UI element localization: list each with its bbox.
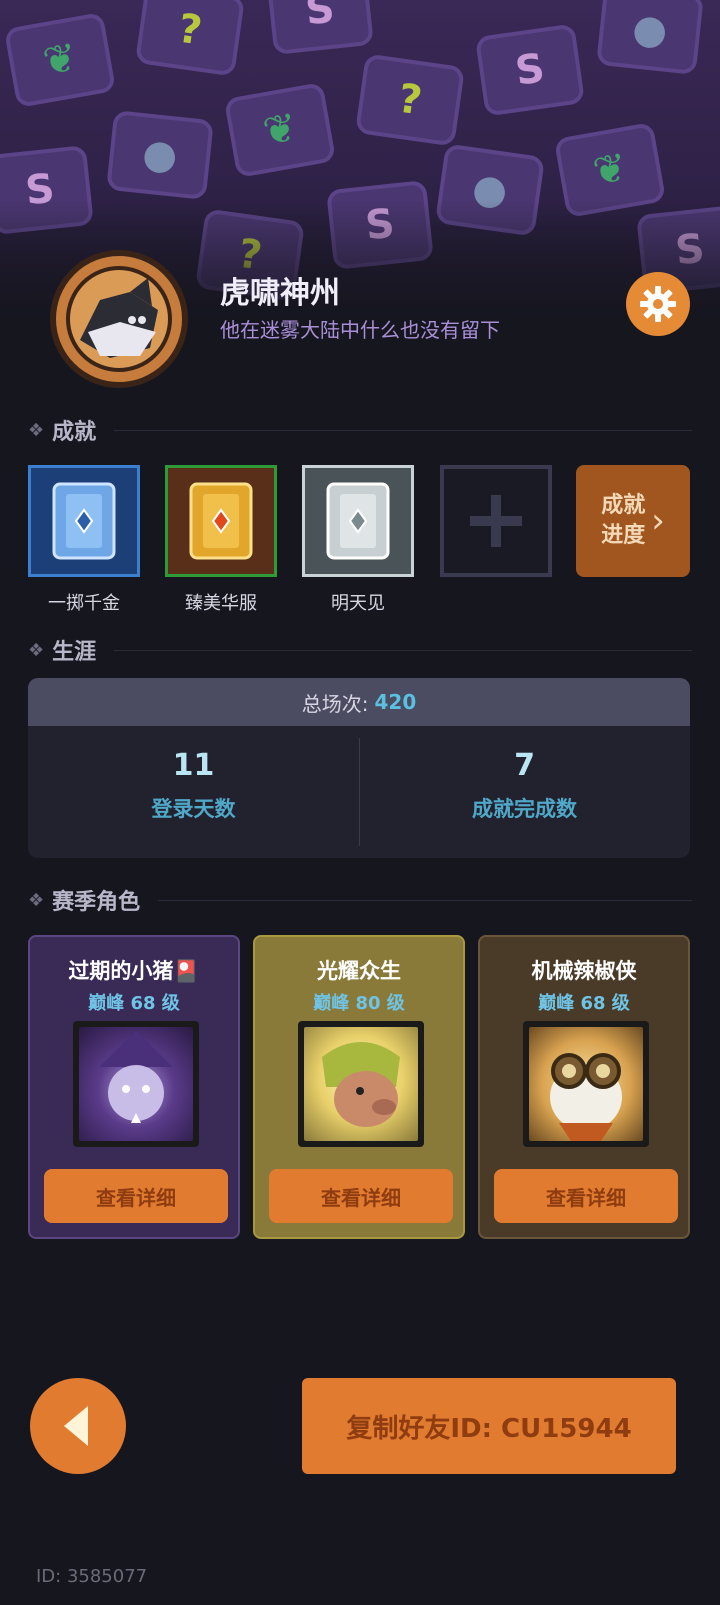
season-card-title: 光耀众生 bbox=[317, 959, 401, 983]
chevron-right-icon: › bbox=[651, 501, 665, 541]
achievement-badge-2[interactable] bbox=[165, 465, 277, 577]
pattern-tile: ? bbox=[134, 0, 246, 77]
total-matches: 总场次: 420 bbox=[28, 678, 690, 726]
divider-line bbox=[114, 649, 692, 651]
achievement-progress-label: 成就 进度 bbox=[601, 491, 645, 551]
section-career-title: 生涯 bbox=[52, 640, 97, 665]
pattern-tile: ● bbox=[596, 0, 704, 76]
achievements-done-value: 7 bbox=[514, 748, 535, 783]
raccoon-icon bbox=[80, 278, 158, 358]
pattern-tile: S bbox=[266, 0, 374, 56]
achievement-progress-line2: 进度 bbox=[601, 523, 646, 548]
achievements-done-label: 成就完成数 bbox=[472, 797, 577, 821]
section-achievements-title: 成就 bbox=[52, 420, 97, 445]
back-arrow-icon bbox=[64, 1406, 88, 1446]
achievement-label-2: 臻美华服 bbox=[185, 593, 257, 614]
wizard-portrait-icon bbox=[79, 1027, 193, 1141]
section-career: ❖ 生涯 bbox=[28, 634, 692, 666]
achievement-badge-1[interactable] bbox=[28, 465, 140, 577]
blue-card-icon bbox=[52, 482, 116, 560]
pattern-tile: S bbox=[474, 23, 586, 117]
section-season-roles: ❖ 赛季角色 bbox=[28, 884, 692, 916]
diamond-icon: ❖ bbox=[28, 419, 45, 441]
stat-achievements-done: 7 成就完成数 bbox=[359, 726, 690, 858]
pattern-tile: ● bbox=[106, 109, 214, 201]
character-portrait bbox=[73, 1021, 199, 1147]
achievement-label-3: 明天见 bbox=[331, 593, 385, 614]
pattern-tile: ❦ bbox=[3, 11, 117, 109]
character-portrait bbox=[298, 1021, 424, 1147]
season-card-2: 光耀众生 巅峰 80 级 查看详细 bbox=[253, 935, 465, 1239]
silver-card-icon bbox=[326, 482, 390, 560]
gear-icon bbox=[640, 286, 676, 322]
gold-card-icon bbox=[189, 482, 253, 560]
avatar[interactable] bbox=[50, 250, 188, 388]
diamond-icon: ❖ bbox=[28, 639, 45, 661]
view-details-button[interactable]: 查看详细 bbox=[494, 1169, 678, 1223]
career-panel: 总场次: 420 11 登录天数 7 成就完成数 bbox=[28, 678, 690, 858]
season-card-tier: 巅峰 68 级 bbox=[88, 993, 180, 1014]
stat-login-days: 11 登录天数 bbox=[28, 726, 359, 858]
copy-friend-id-button[interactable]: 复制好友ID: CU15944 bbox=[302, 1378, 676, 1474]
season-card-1: 过期的小猪🎴 巅峰 68 级 查看详细 bbox=[28, 935, 240, 1239]
login-days-value: 11 bbox=[172, 748, 215, 783]
season-card-tier: 巅峰 80 级 bbox=[313, 993, 405, 1014]
season-card-title: 机械辣椒侠 bbox=[531, 959, 637, 983]
login-days-label: 登录天数 bbox=[151, 797, 236, 821]
profile-name: 虎啸神州 bbox=[220, 276, 340, 311]
pattern-tile: ? bbox=[354, 53, 466, 147]
divider-line bbox=[158, 899, 692, 901]
plus-icon bbox=[470, 495, 522, 547]
achievement-progress-line1: 成就 bbox=[601, 493, 646, 518]
section-season-roles-title: 赛季角色 bbox=[52, 890, 141, 915]
view-details-button[interactable]: 查看详细 bbox=[44, 1169, 228, 1223]
mech-pepper-portrait-icon bbox=[529, 1027, 643, 1141]
view-details-button[interactable]: 查看详细 bbox=[269, 1169, 453, 1223]
character-portrait bbox=[523, 1021, 649, 1147]
achievement-badge-3[interactable] bbox=[302, 465, 414, 577]
diamond-icon: ❖ bbox=[28, 889, 45, 911]
achievement-empty-slot[interactable] bbox=[440, 465, 552, 577]
section-achievements: ❖ 成就 bbox=[28, 414, 692, 446]
profile-bio: 他在迷雾大陆中什么也没有留下 bbox=[220, 318, 500, 342]
season-card-3: 机械辣椒侠 巅峰 68 级 查看详细 bbox=[478, 935, 690, 1239]
back-button[interactable] bbox=[30, 1378, 126, 1474]
achievement-label-1: 一掷千金 bbox=[48, 593, 120, 614]
season-card-title: 过期的小猪🎴 bbox=[68, 959, 200, 983]
season-card-tier: 巅峰 68 级 bbox=[538, 993, 630, 1014]
boar-portrait-icon bbox=[304, 1027, 418, 1141]
total-matches-value: 420 bbox=[374, 690, 417, 714]
achievement-progress-button[interactable]: 成就 进度 › bbox=[576, 465, 690, 577]
divider-line bbox=[114, 429, 692, 431]
player-id: ID: 3585077 bbox=[36, 1566, 148, 1587]
total-matches-label: 总场次: bbox=[301, 691, 369, 716]
pattern-tile: ❦ bbox=[223, 81, 337, 179]
avatar-image bbox=[66, 266, 172, 372]
settings-button[interactable] bbox=[626, 272, 690, 336]
